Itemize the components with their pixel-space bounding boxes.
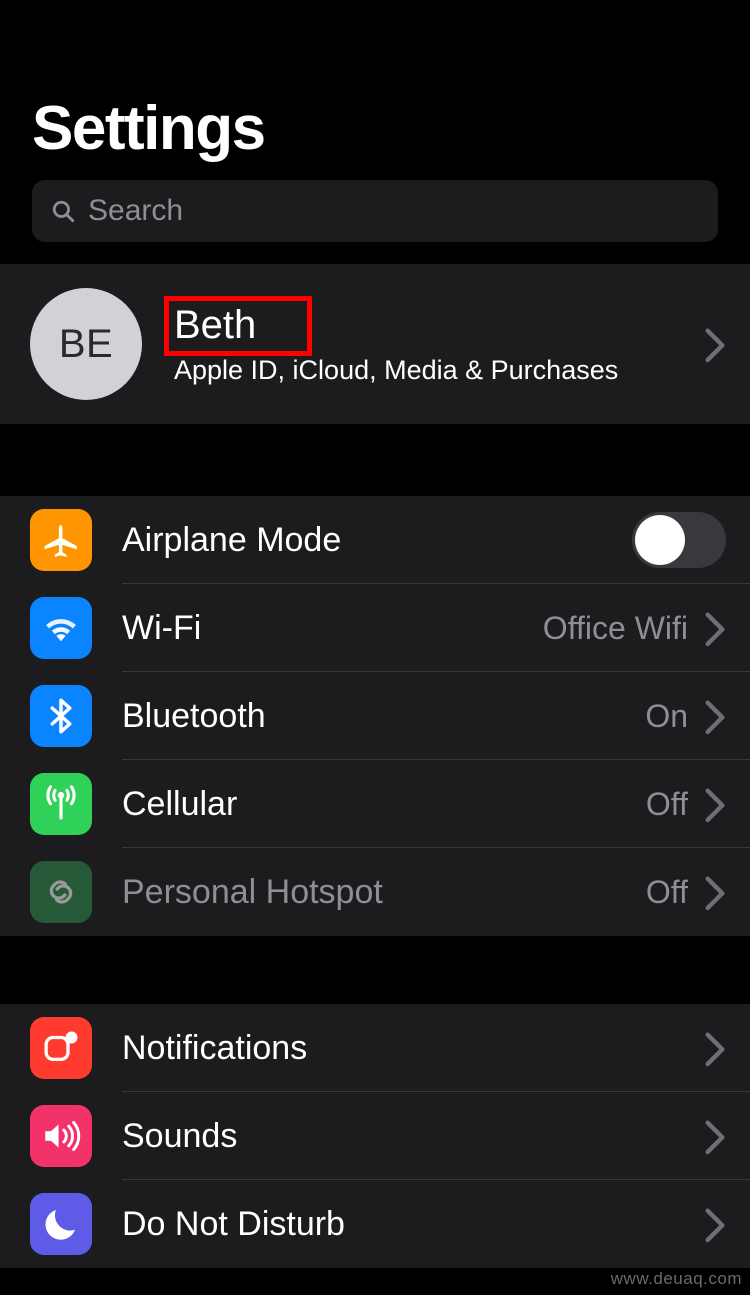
apple-id-row[interactable]: BE Beth Apple ID, iCloud, Media & Purcha… [0, 264, 750, 424]
bluetooth-icon [30, 685, 92, 747]
search-container: Search [0, 168, 750, 242]
search-placeholder: Search [88, 194, 183, 228]
row-label: Notifications [122, 1029, 704, 1068]
settings-screen: Settings Search BE Beth Apple ID, iCloud… [0, 0, 750, 1295]
speaker-waves-icon [30, 1105, 92, 1167]
row-value: Office Wifi [543, 610, 688, 647]
row-label: Wi-Fi [122, 609, 543, 648]
moon-icon [30, 1193, 92, 1255]
chevron-right-icon [704, 699, 726, 733]
row-label: Airplane Mode [122, 521, 632, 560]
row-value: On [645, 698, 688, 735]
toggle-knob [635, 515, 685, 565]
chevron-right-icon [704, 1119, 726, 1153]
search-input[interactable]: Search [32, 180, 718, 242]
search-icon [50, 198, 76, 224]
row-notifications[interactable]: Notifications [0, 1004, 750, 1092]
chevron-right-icon [704, 1031, 726, 1065]
notifications-badge-icon [30, 1017, 92, 1079]
row-label: Sounds [122, 1117, 704, 1156]
profile-subtitle: Apple ID, iCloud, Media & Purchases [174, 354, 704, 386]
spacer-below-profile [0, 424, 750, 496]
page-title: Settings [0, 90, 750, 168]
row-label: Personal Hotspot [122, 873, 646, 912]
hotspot-link-icon [30, 861, 92, 923]
row-airplane-mode[interactable]: Airplane Mode [0, 496, 750, 584]
row-value: Off [646, 786, 688, 823]
chevron-right-icon [704, 875, 726, 909]
wifi-icon [30, 597, 92, 659]
apple-id-group: BE Beth Apple ID, iCloud, Media & Purcha… [0, 264, 750, 424]
status-bar [0, 0, 750, 90]
row-bluetooth[interactable]: Bluetooth On [0, 672, 750, 760]
chevron-right-icon [704, 611, 726, 645]
spacer-above-profile [0, 242, 750, 264]
watermark: www.deuaq.com [611, 1269, 742, 1289]
row-label: Cellular [122, 785, 646, 824]
row-label: Do Not Disturb [122, 1205, 704, 1244]
row-wifi[interactable]: Wi-Fi Office Wifi [0, 584, 750, 672]
row-personal-hotspot[interactable]: Personal Hotspot Off [0, 848, 750, 936]
avatar: BE [30, 288, 142, 400]
chevron-right-icon [704, 1207, 726, 1241]
group-connectivity: Airplane Mode Wi-Fi Office Wifi [0, 496, 750, 936]
profile-text: Beth Apple ID, iCloud, Media & Purchases [174, 302, 704, 386]
row-label: Bluetooth [122, 697, 645, 736]
airplane-icon [30, 509, 92, 571]
profile-name: Beth [174, 302, 704, 348]
row-value: Off [646, 874, 688, 911]
airplane-mode-toggle[interactable] [632, 512, 726, 568]
chevron-right-icon [704, 327, 726, 361]
cellular-antenna-icon [30, 773, 92, 835]
group-alerts: Notifications Sounds [0, 1004, 750, 1268]
chevron-right-icon [704, 787, 726, 821]
row-cellular[interactable]: Cellular Off [0, 760, 750, 848]
spacer-between-groups [0, 936, 750, 1004]
row-sounds[interactable]: Sounds [0, 1092, 750, 1180]
row-do-not-disturb[interactable]: Do Not Disturb [0, 1180, 750, 1268]
